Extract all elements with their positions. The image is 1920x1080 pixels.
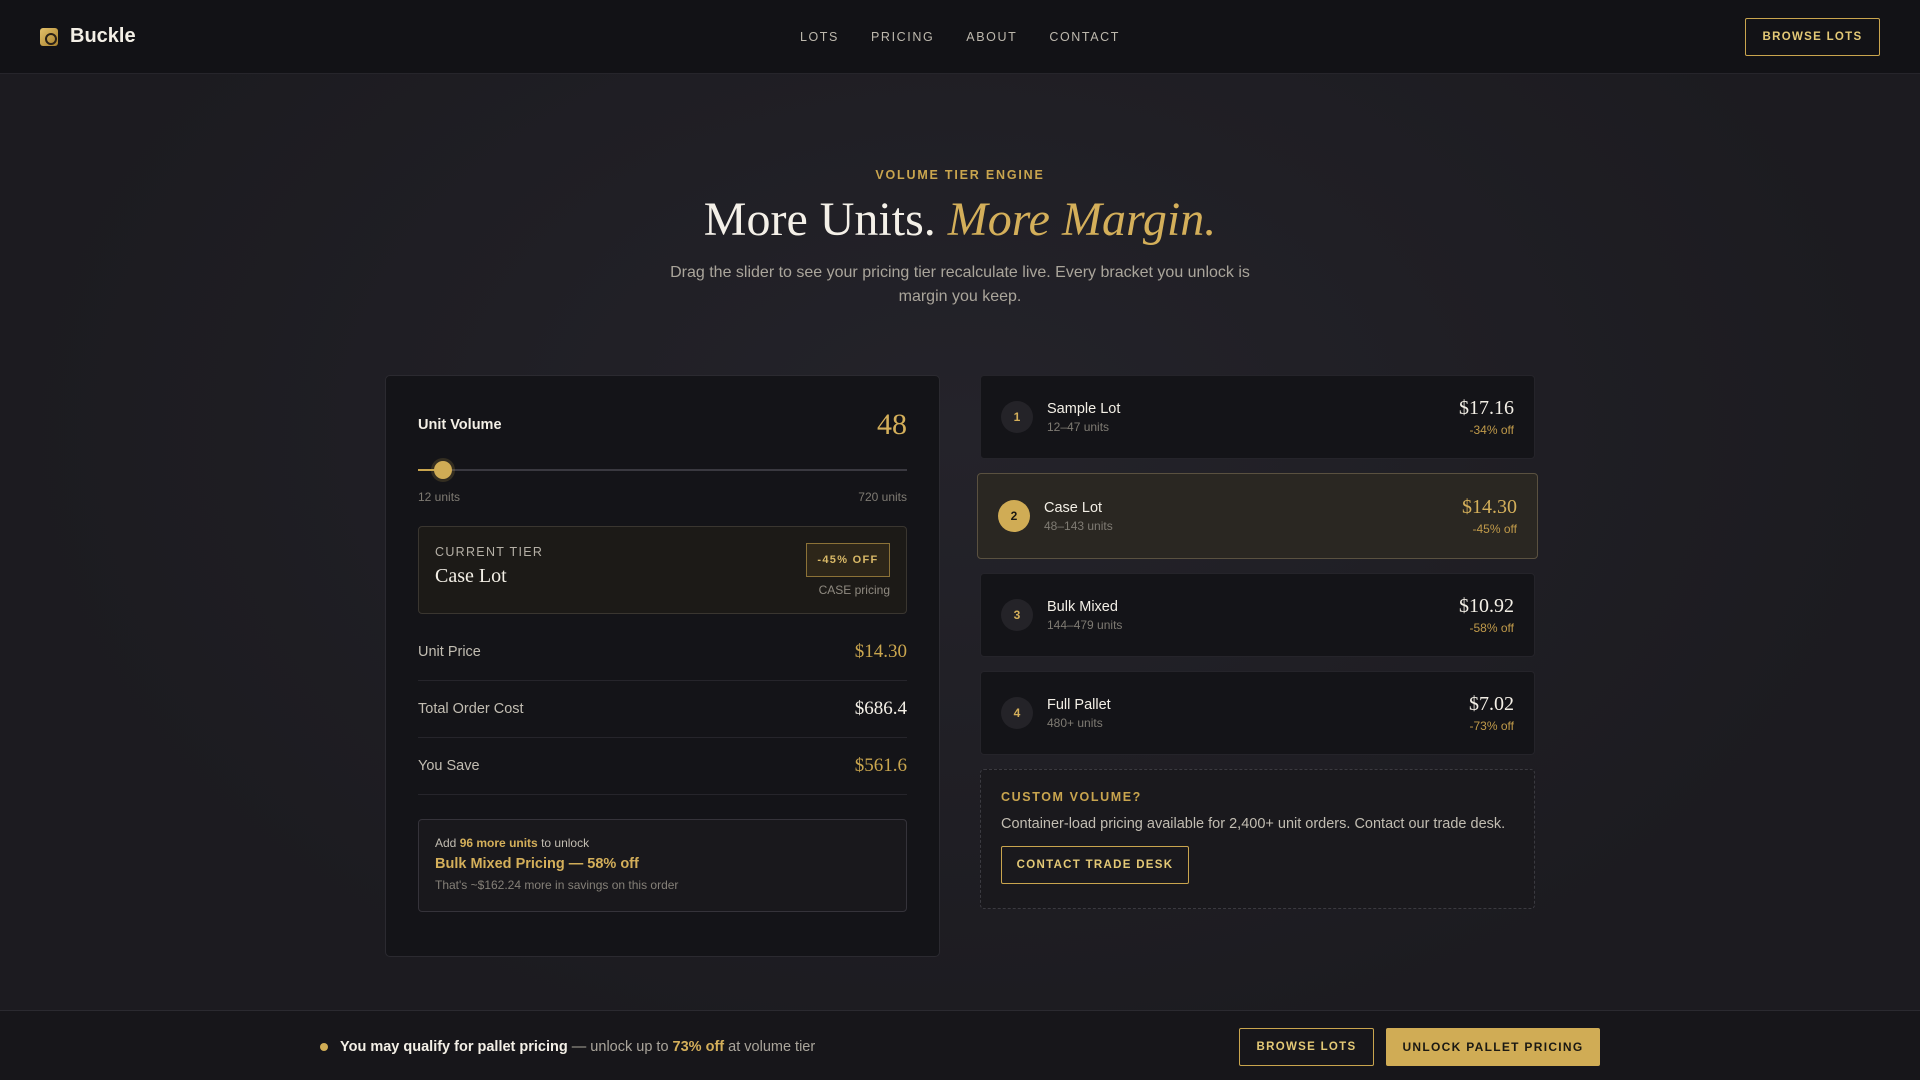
tier-price: $7.02 — [1469, 693, 1514, 715]
pallet-message-bold: You may qualify for pallet pricing — [340, 1039, 568, 1055]
custom-volume-card: CUSTOM VOLUME? Container-load pricing av… — [980, 769, 1535, 909]
hero-title: More Units. More Margin. — [0, 192, 1920, 247]
tier-discount: -58% off — [1469, 621, 1514, 635]
tier-list: 1 Sample Lot 12–47 units $17.16 -34% off… — [977, 375, 1538, 909]
stat-row: Unit Price $14.30 — [418, 624, 907, 681]
tier-price: $14.30 — [1462, 496, 1517, 518]
tier-name: Bulk Mixed — [1047, 598, 1118, 615]
tier-price: $17.16 — [1459, 397, 1514, 419]
stat-row: You Save $561.6 — [418, 738, 907, 795]
tier-discount: -73% off — [1469, 719, 1514, 733]
slider-thumb[interactable] — [433, 461, 452, 479]
unlock-line: Add 96 more units to unlock — [435, 836, 890, 850]
hero-subtitle: Drag the slider to see your pricing tier… — [670, 264, 1250, 305]
hero-title-accent: More Margin. — [947, 193, 1217, 246]
total-cost-label: Total Order Cost — [418, 701, 524, 717]
volume-slider[interactable] — [418, 458, 907, 482]
tier-range: 12–47 units — [1047, 419, 1110, 434]
unlock-units-needed: 96 more units — [459, 836, 538, 850]
tier-card-full-pallet[interactable]: 4 Full Pallet 480+ units $7.02 -73% off — [980, 671, 1535, 755]
nav-link-pricing[interactable]: PRICING — [871, 30, 934, 44]
tier-name: Case Lot — [1044, 499, 1103, 516]
brand[interactable]: Buckle — [40, 25, 136, 48]
slider-max-label: 720 units — [858, 490, 907, 504]
unlock-note: That's ~$162.24 more in savings on this … — [435, 878, 679, 892]
price-stats: Unit Price $14.30 Total Order Cost $686.… — [418, 624, 907, 795]
tier-range: 144–479 units — [1047, 617, 1123, 632]
unit-price-value: $14.30 — [854, 641, 907, 662]
tier-card-case-lot[interactable]: 2 Case Lot 48–143 units $14.30 -45% off — [977, 473, 1538, 559]
savings-label: You Save — [418, 758, 480, 774]
tier-range: 48–143 units — [1044, 518, 1113, 533]
total-cost-value: $686.4 — [854, 698, 907, 719]
unlock-title: Bulk Mixed Pricing — 58% off — [435, 856, 639, 872]
tier-name: Full Pallet — [1047, 696, 1111, 713]
pallet-pricing-message: You may qualify for pallet pricing — unl… — [320, 1039, 815, 1055]
tier-number: 4 — [1001, 697, 1033, 729]
tier-pricing-note: CASE pricing — [818, 583, 890, 597]
current-tier-box: CURRENT TIER Case Lot -45% OFF CASE pric… — [418, 526, 907, 614]
browse-lots-button[interactable]: BROWSE LOTS — [1745, 17, 1880, 56]
savings-value: $561.6 — [854, 755, 907, 776]
custom-volume-eyebrow: CUSTOM VOLUME? — [1001, 790, 1142, 804]
tier-card-bulk-mixed[interactable]: 3 Bulk Mixed 144–479 units $10.92 -58% o… — [980, 573, 1535, 657]
tier-number: 2 — [998, 500, 1030, 532]
tier-discount: -45% off — [1472, 522, 1517, 536]
tier-price: $10.92 — [1459, 595, 1514, 617]
tier-name: Sample Lot — [1047, 400, 1121, 417]
custom-volume-text: Container-load pricing available for 2,4… — [1001, 816, 1506, 832]
nav-link-about[interactable]: ABOUT — [966, 30, 1017, 44]
pallet-message-middle: — unlock up to — [571, 1039, 669, 1055]
tier-number: 1 — [1001, 401, 1033, 433]
nav-link-lots[interactable]: LOTS — [800, 30, 839, 44]
hero-eyebrow: VOLUME TIER ENGINE — [875, 168, 1045, 182]
tier-discount: -34% off — [1469, 423, 1514, 437]
stat-row: Total Order Cost $686.4 — [418, 681, 907, 738]
pallet-message-text: You may qualify for pallet pricing — unl… — [340, 1039, 815, 1055]
unit-volume-label: Unit Volume — [418, 417, 502, 433]
sticky-bottom-bar: You may qualify for pallet pricing — unl… — [0, 1010, 1920, 1080]
unit-price-label: Unit Price — [418, 644, 481, 660]
brand-name: Buckle — [70, 25, 136, 47]
next-tier-unlock: Add 96 more units to unlock Bulk Mixed P… — [418, 819, 907, 912]
status-dot-icon — [320, 1043, 328, 1051]
nav-link-contact[interactable]: CONTACT — [1049, 30, 1120, 44]
unlock-suffix: to unlock — [541, 836, 590, 850]
unit-volume-value: 48 — [877, 408, 907, 441]
pallet-message-highlight: 73% off — [672, 1039, 725, 1055]
slider-track — [418, 469, 907, 471]
pallet-message-suffix: at volume tier — [728, 1039, 816, 1055]
tier-range: 480+ units — [1047, 715, 1103, 730]
tier-number: 3 — [1001, 599, 1033, 631]
unlock-prefix: Add — [435, 836, 457, 850]
discount-badge: -45% OFF — [806, 543, 890, 577]
tier-card-sample-lot[interactable]: 1 Sample Lot 12–47 units $17.16 -34% off — [980, 375, 1535, 459]
bottom-browse-lots-button[interactable]: BROWSE LOTS — [1239, 1028, 1374, 1066]
nav-links: LOTS PRICING ABOUT CONTACT — [0, 0, 1920, 74]
contact-trade-desk-button[interactable]: CONTACT TRADE DESK — [1001, 846, 1189, 884]
volume-calculator: Unit Volume 48 12 units 720 units CURREN… — [385, 375, 940, 957]
unlock-pallet-pricing-button[interactable]: UNLOCK PALLET PRICING — [1386, 1028, 1600, 1066]
hero-title-plain: More Units. — [703, 193, 936, 246]
slider-min-label: 12 units — [418, 490, 461, 504]
hero: VOLUME TIER ENGINE More Units. More Marg… — [0, 168, 1920, 309]
buckle-logo-icon — [40, 27, 58, 46]
top-nav: Buckle LOTS PRICING ABOUT CONTACT BROWSE… — [0, 0, 1920, 74]
